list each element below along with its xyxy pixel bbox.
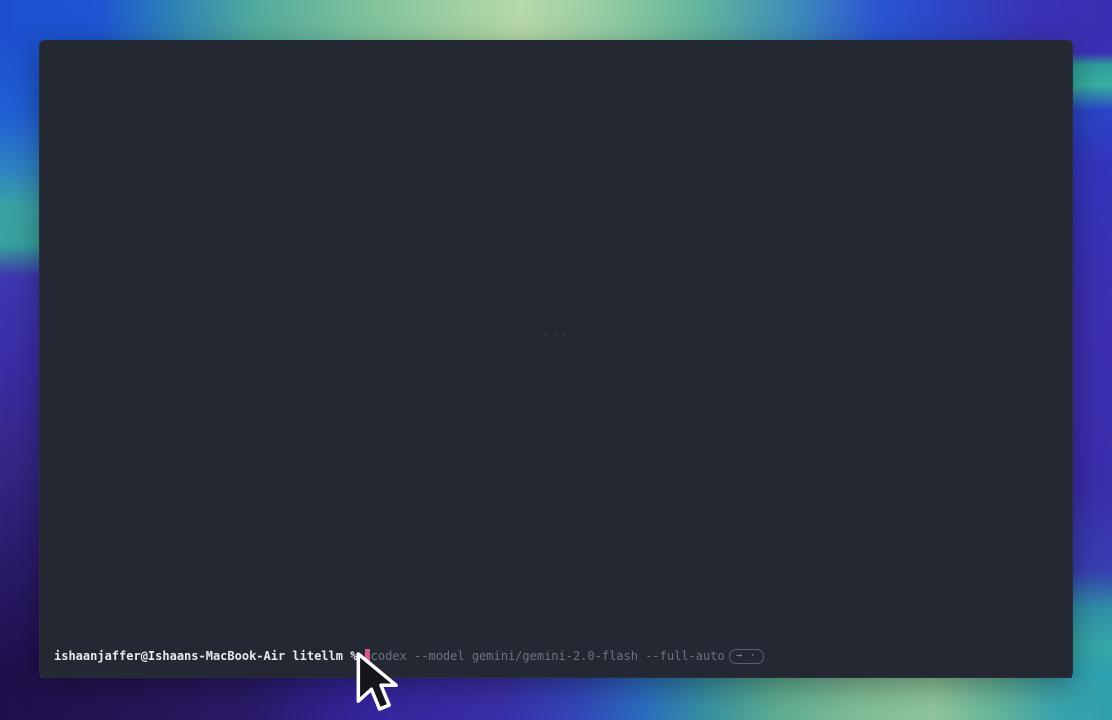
autosuggestion-text: codex --model gemini/gemini-2.0-flash --… bbox=[371, 648, 725, 664]
shell-prompt: ishaanjaffer@Ishaans-MacBook-Air litellm… bbox=[54, 648, 365, 664]
wallpaper-bottom-strip bbox=[0, 678, 1112, 720]
wallpaper-right-strip bbox=[1072, 40, 1112, 679]
text-cursor bbox=[365, 649, 370, 663]
command-line[interactable]: ishaanjaffer@Ishaans-MacBook-Air litellm… bbox=[54, 648, 764, 664]
wallpaper-left-strip bbox=[0, 40, 40, 679]
desktop-wallpaper: ... ishaanjaffer@Ishaans-MacBook-Air lit… bbox=[0, 0, 1112, 720]
loading-indicator: ... bbox=[39, 324, 1073, 338]
wallpaper-top-strip bbox=[0, 0, 1112, 41]
terminal-window[interactable]: ... ishaanjaffer@Ishaans-MacBook-Air lit… bbox=[39, 40, 1073, 678]
accept-suggestion-key-hint: → · bbox=[729, 649, 764, 664]
